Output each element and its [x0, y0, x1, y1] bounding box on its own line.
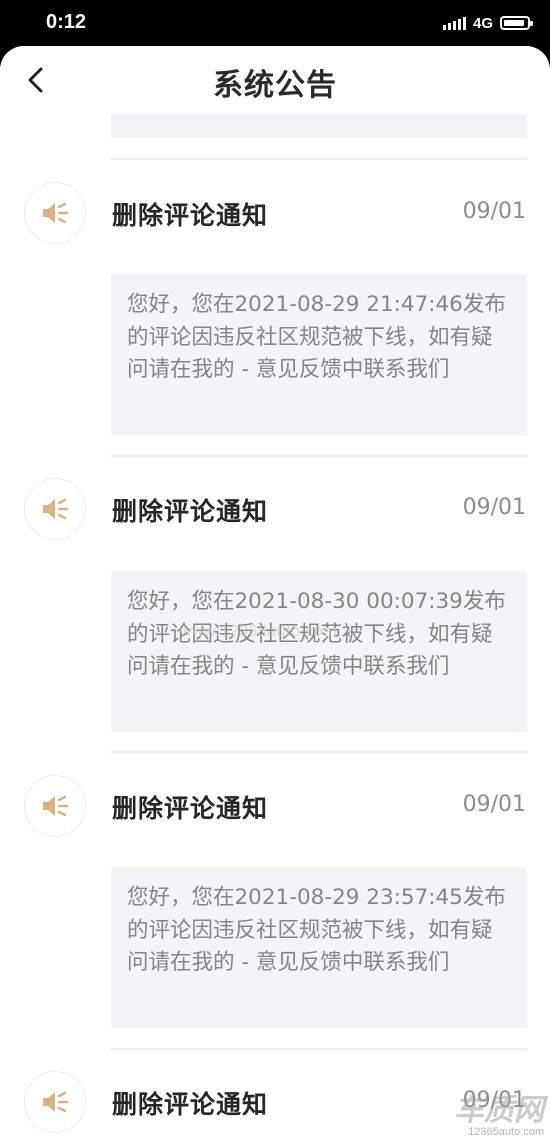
notice-title: 删除评论通知 — [112, 201, 269, 230]
speaker-icon — [43, 795, 69, 817]
speaker-icon — [43, 202, 69, 224]
notice-title: 删除评论通知 — [112, 794, 269, 823]
notice-item-header[interactable]: 删除评论通知 09/01 — [0, 478, 550, 542]
notice-body: 您好，您在2021-08-29 21:47:46发布的评论因违反社区规范被下线，… — [111, 274, 527, 435]
notice-date: 09/01 — [462, 792, 526, 817]
notice-icon-badge — [24, 182, 86, 244]
divider — [111, 158, 527, 160]
speaker-icon — [43, 498, 69, 520]
divider — [111, 1048, 527, 1050]
page-title: 系统公告 — [213, 68, 337, 103]
divider — [111, 751, 527, 753]
network-type-label: 4G — [472, 14, 493, 32]
status-bar: 0:12 4G — [0, 0, 550, 46]
notice-item-header[interactable]: 删除评论通知 09/01 — [0, 775, 550, 839]
status-time: 0:12 — [46, 11, 87, 33]
notice-title: 删除评论通知 — [112, 497, 269, 526]
notice-date: 09/01 — [462, 495, 526, 520]
notice-icon-badge — [24, 1071, 86, 1133]
notice-body: 您好，您在2021-08-30 00:07:39发布的评论因违反社区规范被下线，… — [111, 571, 527, 732]
app-screen: 系统公告 删除评论通知 09/01 您好，您在2021-08-29 21:47:… — [0, 46, 550, 1144]
notice-date: 09/01 — [462, 199, 526, 224]
signal-icon — [442, 16, 466, 30]
notice-item-header[interactable]: 删除评论通知 09/01 — [0, 182, 550, 246]
speaker-icon — [43, 1091, 69, 1113]
notice-title: 删除评论通知 — [112, 1090, 269, 1119]
notice-icon-badge — [24, 775, 86, 837]
notice-list[interactable]: 删除评论通知 09/01 您好，您在2021-08-29 21:47:46发布的… — [0, 114, 550, 1144]
divider — [111, 455, 527, 457]
battery-icon — [500, 16, 533, 30]
notice-item-header[interactable]: 删除评论通知 09/01 — [0, 1071, 550, 1135]
notice-icon-badge — [24, 478, 86, 540]
status-indicators: 4G — [442, 12, 533, 34]
notice-body: 您好，您在2021-08-29 23:57:45发布的评论因违反社区规范被下线，… — [111, 867, 527, 1028]
notice-body-partial — [111, 114, 527, 138]
notice-date: 09/01 — [462, 1088, 526, 1113]
nav-bar: 系统公告 — [0, 46, 550, 114]
